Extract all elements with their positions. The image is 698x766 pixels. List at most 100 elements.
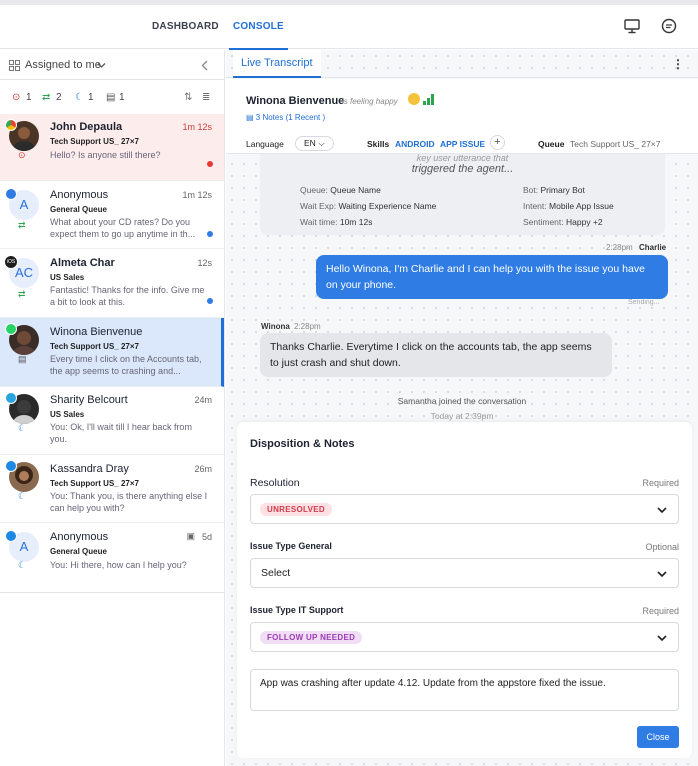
intent-detail: Intent: Mobile App Issue <box>523 201 614 211</box>
wait-time: 1m 12s <box>182 190 212 200</box>
transfer-icon: ⇄ <box>18 289 26 299</box>
ios-channel-icon: iOS <box>4 255 18 269</box>
monitor-icon[interactable] <box>623 17 641 35</box>
note-icon[interactable]: ▤ <box>106 92 115 103</box>
transfer-icon[interactable]: ⇄ <box>42 92 50 103</box>
conversation-item[interactable]: AC iOS ⇄ Almeta Char 12s US Sales Fantas… <box>0 249 224 318</box>
skill-tag[interactable]: ANDROID <box>395 139 435 149</box>
queue-name: Tech Support US_ 27×7 <box>50 342 139 351</box>
assignment-filter-label: Assigned to me <box>25 59 101 71</box>
moon-icon: ☾ <box>18 423 27 433</box>
status-counts: ⊙ 1 ⇄ 2 ☾ 1 ▤ 1 ⇅ ≣ <box>0 80 224 114</box>
more-options-icon[interactable]: ⋮ <box>672 57 684 71</box>
conversation-item[interactable]: A ☾ Anonymous ▣ 5d General Queue You: Hi… <box>0 523 224 593</box>
queue-label: Queue <box>538 139 565 149</box>
disposition-form: Disposition & Notes Resolution Required … <box>237 422 692 758</box>
join-event-time: Today at 2:39pm <box>430 411 494 421</box>
unresolved-tag: UNRESOLVED <box>260 503 332 516</box>
message-preview: You: Thank you, is there anything else I… <box>50 491 208 513</box>
contact-name: John Depaula <box>50 121 123 133</box>
unread-dot <box>207 161 213 167</box>
queue-name: Tech Support US_ 27×7 <box>50 137 139 146</box>
note-icon: ▤ <box>18 354 27 364</box>
transfer-count: 2 <box>56 92 62 103</box>
collapse-sidebar-icon[interactable] <box>201 60 209 71</box>
customer-name: Winona Bienvenue <box>246 95 345 107</box>
close-button[interactable]: Close <box>637 726 679 748</box>
notes-link[interactable]: ▤ 3 Notes (1 Recent ) <box>246 113 325 122</box>
tab-dashboard[interactable]: DASHBOARD <box>152 5 219 49</box>
customer-message-bubble: Thanks Charlie. Everytime I click on the… <box>260 333 612 377</box>
conversation-item[interactable]: ☾ Sharity Belcourt 24m US Sales You: Ok,… <box>0 387 224 455</box>
follow-up-tag: FOLLOW UP NEEDED <box>260 631 363 644</box>
issue-type-it-label: Issue Type IT Support <box>250 605 344 615</box>
contact-name: Kassandra Dray <box>50 463 129 475</box>
contact-name: Anonymous <box>50 531 109 543</box>
wait-time: 12s <box>197 258 212 268</box>
moon-icon[interactable]: ☾ <box>75 92 84 103</box>
agent-name: Charlie <box>639 243 667 252</box>
queue-name: Tech Support US_ 27×7 <box>50 479 139 488</box>
queue-name: US Sales <box>50 273 85 282</box>
optional-label: Optional <box>645 542 679 552</box>
message-preview: Fantastic! Thanks for the info. Give me … <box>50 285 205 307</box>
chevron-down-icon <box>97 63 106 68</box>
wait-time-detail: Wait time: 10m 12s <box>300 217 373 227</box>
language-label: Language <box>246 139 284 149</box>
chevron-down-icon <box>657 635 667 642</box>
message-preview: What about your CD rates? Do you expect … <box>50 217 196 239</box>
join-event: Samantha joined the conversation <box>397 396 527 406</box>
queue-name: US Sales <box>50 410 85 419</box>
contact-name: Almeta Char <box>50 257 115 269</box>
message-preview: Every time I click on the Accounts tab, … <box>50 354 202 376</box>
customer-message-name: Winona <box>261 322 290 331</box>
sentiment-detail: Sentiment: Happy +2 <box>523 217 603 227</box>
wait-time: 26m <box>194 464 212 474</box>
notes-textarea[interactable]: App was crashing after update 4.12. Upda… <box>250 669 679 711</box>
contact-name: Winona Bienvenue <box>50 326 143 338</box>
conversation-item[interactable]: ⊙ John Depaula 1m 12s Tech Support US_ 2… <box>0 114 224 181</box>
wait-time: 24m <box>194 395 212 405</box>
add-skill-button[interactable]: + <box>490 135 505 150</box>
conversation-item[interactable]: A ⇄ Anonymous 1m 12s General Queue What … <box>0 181 224 249</box>
queue-name: General Queue <box>50 205 107 214</box>
customer-message-time: 2:28pm <box>294 322 321 331</box>
bot-handoff-summary: key user utterance that triggered the ag… <box>260 153 665 235</box>
tab-live-transcript[interactable]: Live Transcript <box>233 50 321 78</box>
grid-icon <box>9 60 20 71</box>
sort-icon[interactable]: ⇅ <box>184 92 192 103</box>
note-icon: ▤ <box>246 113 256 122</box>
agent-message-time: 2:28pm <box>606 243 633 252</box>
conversation-item[interactable]: ☾ Kassandra Dray 26m Tech Support US_ 27… <box>0 455 224 523</box>
resolution-label: Resolution <box>250 477 300 489</box>
conversation-panel: Live Transcript ⋮ Winona Bienvenue is fe… <box>226 50 698 766</box>
required-label: Required <box>642 478 679 488</box>
issue-type-it-select[interactable]: FOLLOW UP NEEDED <box>250 622 679 652</box>
message-preview: You: Ok, I'll wait till I hear back from… <box>50 422 192 444</box>
notes-count: 3 Notes (1 Recent ) <box>255 113 326 122</box>
resolution-select[interactable]: UNRESOLVED <box>250 494 679 524</box>
signal-bars-icon <box>423 94 434 105</box>
note-icon: ▣ <box>186 531 195 541</box>
chat-help-icon[interactable] <box>660 17 678 35</box>
list-view-icon[interactable]: ≣ <box>202 92 210 103</box>
alert-icon[interactable]: ⊙ <box>12 92 20 103</box>
required-label: Required <box>642 606 679 616</box>
issue-type-general-select[interactable]: Select <box>250 558 679 588</box>
assignment-filter[interactable]: Assigned to me <box>0 50 224 80</box>
wait-exp-detail: Wait Exp: Waiting Experience Name <box>300 201 437 211</box>
customer-header: Winona Bienvenue is feeling happy ▤ 3 No… <box>226 79 698 154</box>
bot-detail: Bot: Primary Bot <box>523 185 585 195</box>
alert-icon: ⊙ <box>18 150 26 160</box>
skill-tag[interactable]: APP ISSUE <box>440 139 485 149</box>
tab-console[interactable]: CONSOLE <box>229 5 288 50</box>
whatsapp-channel-icon <box>5 323 17 335</box>
moon-icon: ☾ <box>18 491 27 501</box>
contact-name: Sharity Belcourt <box>50 394 128 406</box>
panel-tabs: Live Transcript ⋮ <box>226 50 698 78</box>
language-select[interactable]: EN ⌵ <box>295 136 334 151</box>
conversation-item-selected[interactable]: ▤ Winona Bienvenue Tech Support US_ 27×7… <box>0 318 224 387</box>
note-count: 1 <box>119 92 125 103</box>
alert-count: 1 <box>26 92 32 103</box>
conversation-sidebar: Assigned to me ⊙ 1 ⇄ 2 ☾ 1 ▤ 1 ⇅ ≣ ⊙ Joh… <box>0 50 225 766</box>
